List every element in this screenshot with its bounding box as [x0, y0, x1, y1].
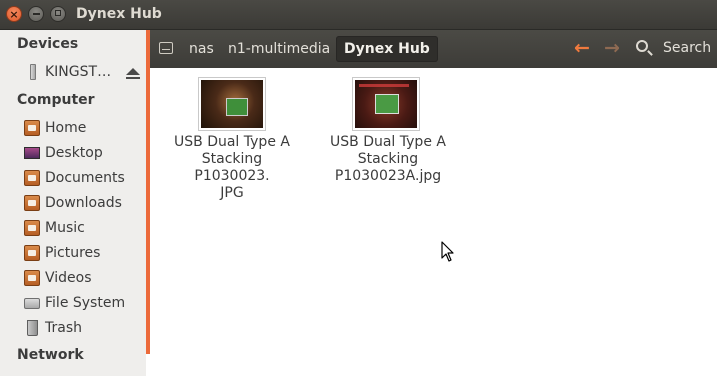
sidebar-item-downloads[interactable]: Downloads: [24, 192, 142, 214]
eject-icon[interactable]: [126, 68, 140, 79]
back-arrow-icon[interactable]: ←: [574, 38, 590, 58]
search-icon[interactable]: [636, 40, 648, 52]
window-title: Dynex Hub: [76, 6, 162, 22]
computer-heading: Computer: [17, 92, 95, 108]
breadcrumb-dynex-hub[interactable]: Dynex Hub: [336, 36, 438, 62]
sidebar-item-label: Desktop: [45, 145, 103, 161]
sidebar-item-music[interactable]: Music: [24, 217, 142, 239]
sidebar-item-label: Pictures: [45, 245, 101, 261]
forward-arrow-icon[interactable]: →: [604, 38, 620, 58]
desktop-icon: [24, 147, 40, 159]
devices-heading: Devices: [17, 36, 79, 52]
sidebar: Devices KINGST… Computer Home Desktop Do…: [0, 30, 146, 376]
image-thumbnail-icon: [201, 80, 263, 128]
sidebar-item-kingston[interactable]: KINGST…: [24, 61, 142, 83]
image-thumbnail-icon: [355, 80, 417, 128]
sidebar-item-documents[interactable]: Documents: [24, 167, 142, 189]
sidebar-item-label: File System: [45, 295, 126, 311]
sidebar-item-label: KINGST…: [45, 64, 112, 80]
sidebar-item-label: Downloads: [45, 195, 122, 211]
documents-folder-icon: [24, 170, 40, 186]
sidebar-item-label: Documents: [45, 170, 125, 186]
minimize-window-button[interactable]: [28, 6, 44, 22]
file-thumbnail[interactable]: [352, 77, 420, 131]
search-button-label[interactable]: Search: [663, 40, 711, 56]
sidebar-item-pictures[interactable]: Pictures: [24, 242, 142, 264]
breadcrumb-nas[interactable]: nas: [189, 36, 214, 62]
sidebar-item-desktop[interactable]: Desktop: [24, 142, 142, 164]
home-folder-icon: [24, 120, 40, 136]
file-thumbnail[interactable]: [198, 77, 266, 131]
breadcrumb-n1-multimedia[interactable]: n1-multimedia: [228, 36, 330, 62]
sidebar-item-videos[interactable]: Videos: [24, 267, 142, 289]
title-bar: × Dynex Hub: [0, 0, 717, 30]
sidebar-item-label: Trash: [45, 320, 82, 336]
drive-breadcrumb-icon[interactable]: [159, 42, 173, 54]
videos-folder-icon: [24, 270, 40, 286]
file-name-label[interactable]: USB Dual Type A Stacking P1030023. JPG: [162, 134, 302, 202]
downloads-folder-icon: [24, 195, 40, 211]
trash-icon: [27, 320, 38, 336]
maximize-window-button[interactable]: [50, 6, 66, 22]
sidebar-item-file-system[interactable]: File System: [24, 292, 142, 314]
music-folder-icon: [24, 220, 40, 236]
sidebar-item-label: Home: [45, 120, 87, 136]
close-window-button[interactable]: ×: [6, 6, 22, 22]
file-name-label[interactable]: USB Dual Type A Stacking P1030023A.jpg: [318, 134, 458, 185]
toolbar: nas n1-multimedia Dynex Hub: [150, 30, 717, 68]
pictures-folder-icon: [24, 245, 40, 261]
usb-drive-icon: [30, 64, 36, 80]
sidebar-item-trash[interactable]: Trash: [24, 317, 142, 339]
network-heading: Network: [17, 347, 84, 363]
sidebar-item-label: Music: [45, 220, 85, 236]
sidebar-item-home[interactable]: Home: [24, 117, 142, 139]
mouse-pointer-icon: [441, 241, 454, 262]
sidebar-item-label: Videos: [45, 270, 92, 286]
drive-icon: [24, 298, 40, 309]
